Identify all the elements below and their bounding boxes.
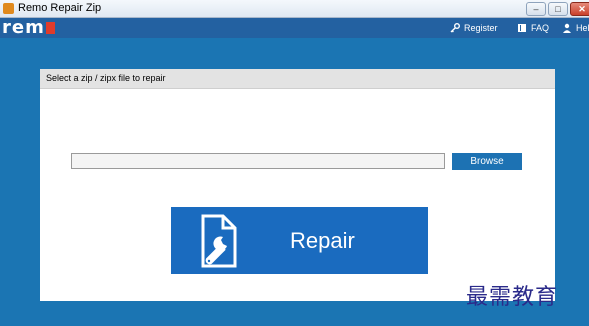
maximize-button[interactable]: □ [548, 2, 568, 16]
register-label: Register [464, 23, 498, 33]
repair-label: Repair [290, 228, 355, 253]
faq-link[interactable]: FAQ [517, 20, 549, 36]
close-button[interactable]: ✕ [570, 2, 589, 16]
panel-header: Select a zip / zipx file to repair [40, 69, 555, 89]
key-icon [450, 23, 460, 33]
register-link[interactable]: Register [450, 20, 498, 36]
faq-label: FAQ [531, 23, 550, 33]
minimize-button[interactable]: – [526, 2, 546, 16]
panel-title: Select a zip / zipx file to repair [46, 73, 166, 83]
book-icon [517, 23, 527, 33]
help-link[interactable]: Help [562, 20, 589, 36]
logo-accent [45, 22, 55, 34]
remo-logo: rem [2, 19, 55, 37]
user-icon [562, 23, 572, 33]
repair-button[interactable]: Repair [171, 207, 428, 274]
file-path-input[interactable] [71, 153, 445, 169]
window-title-bar: Remo Repair Zip – □ ✕ [0, 0, 589, 18]
help-label: Help [576, 23, 589, 33]
app-header: rem Register FAQ Help [0, 18, 589, 38]
watermark-text: 最需教育 [466, 285, 559, 310]
window-title: Remo Repair Zip [18, 2, 102, 14]
repair-panel: Select a zip / zipx file to repair Brows… [40, 69, 555, 301]
browse-button[interactable]: Browse [452, 153, 522, 170]
repair-file-icon [193, 213, 241, 274]
app-icon [3, 3, 14, 14]
